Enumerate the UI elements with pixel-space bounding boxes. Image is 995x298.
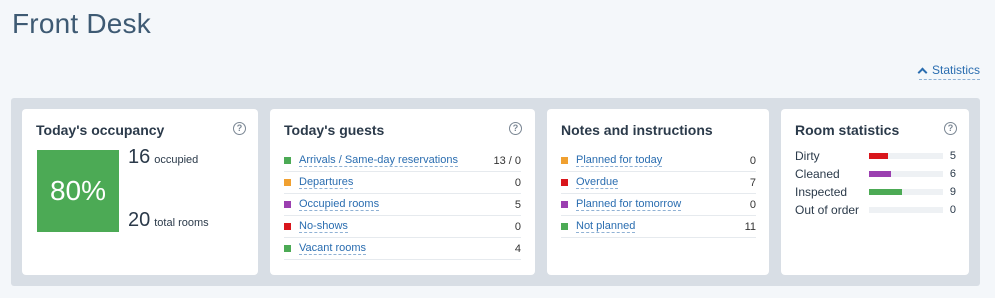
list-item-value: 0 <box>749 154 756 167</box>
list-item-link[interactable]: Vacant rooms <box>299 242 367 255</box>
total-label: total rooms <box>154 217 209 229</box>
list-item-link[interactable]: Planned for today <box>576 154 663 167</box>
list-item-link[interactable]: Planned for tomorrow <box>576 198 682 211</box>
color-marker <box>561 157 568 164</box>
help-icon[interactable]: ? <box>233 122 246 135</box>
list-item: Departures 0 <box>284 172 521 194</box>
room-stat-value: 5 <box>949 150 956 162</box>
list-item: No-shows 0 <box>284 216 521 238</box>
room-stat-bar-fill <box>869 171 892 177</box>
room-stat-label: Out of order <box>795 203 860 217</box>
list-item-link[interactable]: Departures <box>299 176 354 189</box>
list-item-link[interactable]: Arrivals / Same-day reservations <box>299 154 458 167</box>
room-stat-row: Dirty 5 <box>795 147 956 165</box>
list-item-value: 13 / 0 <box>493 154 521 167</box>
list-item: Planned for tomorrow 0 <box>561 194 756 216</box>
occupancy-percent: 80% <box>37 150 119 232</box>
room-stat-label: Inspected <box>795 185 848 199</box>
color-marker <box>561 201 568 208</box>
color-marker <box>284 245 291 252</box>
list-item: Occupied rooms 5 <box>284 194 521 216</box>
room-stat-value: 6 <box>949 168 956 180</box>
list-item-link[interactable]: Occupied rooms <box>299 198 380 211</box>
color-marker <box>284 201 291 208</box>
color-marker <box>284 223 291 230</box>
occupied-count: 16 occupied <box>128 146 198 169</box>
room-stat-row: Cleaned 6 <box>795 165 956 183</box>
room-stat-bar <box>869 171 943 177</box>
room-statistics-card: Room statistics ? Dirty 5 Cleaned 6 Inspecte… <box>781 109 969 275</box>
statistics-toggle-label: Statistics <box>931 63 980 77</box>
list-item-value: 11 <box>744 220 756 233</box>
list-item-link[interactable]: No-shows <box>299 220 348 233</box>
list-item-value: 4 <box>514 242 521 255</box>
room-stat-bar <box>869 207 943 213</box>
room-stat-row: Out of order 0 <box>795 201 956 219</box>
color-marker <box>284 179 291 186</box>
list-item-link[interactable]: Not planned <box>576 220 636 233</box>
list-item-link[interactable]: Overdue <box>576 176 619 189</box>
list-item-value: 0 <box>514 176 521 189</box>
list-item: Vacant rooms 4 <box>284 238 521 260</box>
statistics-toggle[interactable]: Statistics <box>917 63 980 80</box>
room-statistics-title: Room statistics <box>795 122 900 138</box>
room-stat-bar <box>869 153 943 159</box>
room-stat-label: Cleaned <box>795 167 840 181</box>
room-stat-value: 0 <box>949 204 956 216</box>
occupancy-title: Today's occupancy <box>36 122 165 138</box>
statistics-panel: Today's occupancy ? 80% 16 occupied 20 t… <box>11 98 980 286</box>
occupied-label: occupied <box>154 154 199 166</box>
occupied-number: 16 <box>128 146 151 168</box>
guests-card: Today's guests ? Arrivals / Same-day res… <box>270 109 535 275</box>
room-stat-bar-fill <box>869 189 903 195</box>
color-marker <box>561 179 568 186</box>
help-icon[interactable]: ? <box>509 122 522 135</box>
color-marker <box>561 223 568 230</box>
notes-card: Notes and instructions Planned for today… <box>547 109 769 275</box>
guests-title: Today's guests <box>284 122 385 138</box>
color-marker <box>284 157 291 164</box>
room-stat-row: Inspected 9 <box>795 183 956 201</box>
list-item-value: 0 <box>749 198 756 211</box>
list-item-value: 5 <box>514 198 521 211</box>
room-stat-bar-fill <box>869 153 888 159</box>
list-item: Overdue 7 <box>561 172 756 194</box>
page-title: Front Desk <box>12 8 151 39</box>
list-item-value: 7 <box>749 176 756 189</box>
help-icon[interactable]: ? <box>944 122 957 135</box>
list-item: Not planned 11 <box>561 216 756 238</box>
room-stat-label: Dirty <box>795 149 820 163</box>
list-item: Arrivals / Same-day reservations 13 / 0 <box>284 150 521 172</box>
list-item: Planned for today 0 <box>561 150 756 172</box>
list-item-value: 0 <box>514 220 521 233</box>
room-stat-bar <box>869 189 943 195</box>
total-number: 20 <box>128 209 151 231</box>
room-stat-value: 9 <box>949 186 956 198</box>
notes-title: Notes and instructions <box>561 122 713 138</box>
total-rooms-count: 20 total rooms <box>128 209 209 232</box>
occupancy-card: Today's occupancy ? 80% 16 occupied 20 t… <box>22 109 258 275</box>
chevron-up-icon <box>917 67 928 77</box>
